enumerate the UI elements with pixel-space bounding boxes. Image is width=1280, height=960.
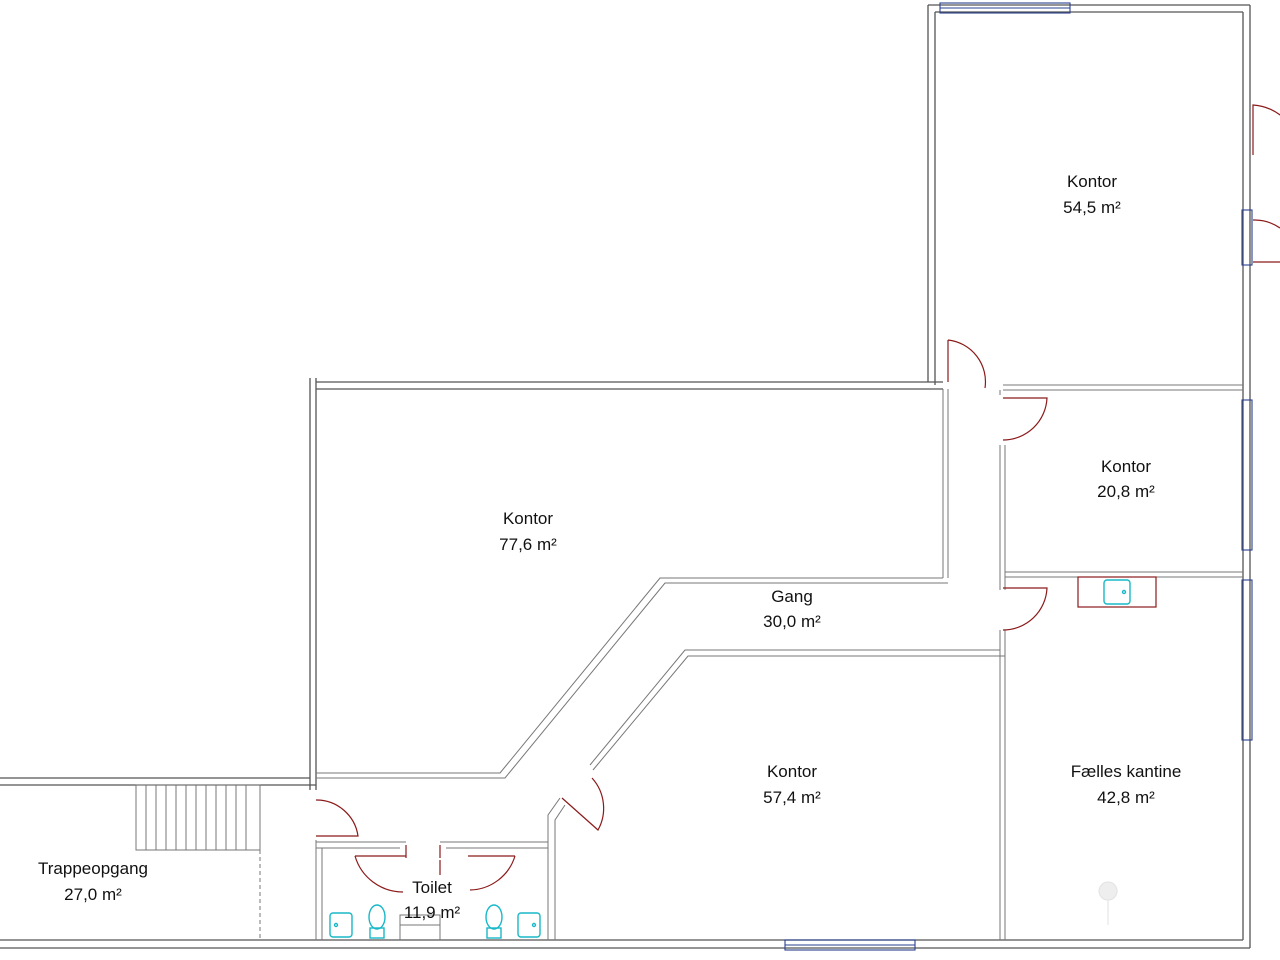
room-area-kontor-57: 57,4 m² <box>763 788 821 807</box>
room-name-gang: Gang <box>771 587 813 606</box>
room-name-toilet: Toilet <box>412 878 452 897</box>
toilet-bowl-icon <box>368 904 386 939</box>
exterior-walls <box>0 4 1251 949</box>
sink-icon <box>517 912 541 938</box>
room-area-gang: 30,0 m² <box>763 612 821 631</box>
room-name-kontor-54: Kontor <box>1067 172 1117 191</box>
room-name-kontor-77: Kontor <box>503 509 553 528</box>
room-area-kontor-77: 77,6 m² <box>499 535 557 554</box>
room-area-toilet: 11,9 m² <box>404 903 461 922</box>
kitchen-sink-icon <box>1103 579 1131 605</box>
watermark-logo-icon <box>1098 881 1118 926</box>
sink-icon <box>329 912 353 938</box>
room-area-trappe: 27,0 m² <box>64 885 122 904</box>
room-name-kantine: Fælles kantine <box>1071 762 1182 781</box>
toilet-door-left-icon <box>354 855 406 893</box>
toilet-bowl-icon <box>485 904 503 939</box>
room-area-kontor-20: 20,8 m² <box>1097 482 1155 501</box>
room-name-kontor-20: Kontor <box>1101 457 1151 476</box>
room-area-kontor-54: 54,5 m² <box>1063 198 1121 217</box>
kontor-57-door-icon <box>561 777 605 831</box>
corridor-top-door-icon <box>947 339 987 389</box>
staircase <box>135 784 261 851</box>
toilet-door-right-icon <box>468 855 516 891</box>
exterior-door-mid-icon <box>1252 219 1280 229</box>
room-area-kantine: 42,8 m² <box>1097 788 1155 807</box>
floor-plan: Kontor 54,5 m² Kontor 20,8 m² Kontor 77,… <box>0 2 1280 951</box>
room-name-trappe: Trappeopgang <box>38 859 148 878</box>
windows <box>784 2 1253 951</box>
kontor-20-door-icon <box>1002 397 1048 441</box>
interior-walls <box>259 384 1243 940</box>
kantine-door-icon <box>1002 587 1048 631</box>
room-name-kontor-57: Kontor <box>767 762 817 781</box>
room-labels: Kontor 54,5 m² Kontor 20,8 m² Kontor 77,… <box>38 172 1181 922</box>
stairwell-door-icon <box>315 799 359 837</box>
exterior-door-top-icon <box>1252 104 1280 155</box>
